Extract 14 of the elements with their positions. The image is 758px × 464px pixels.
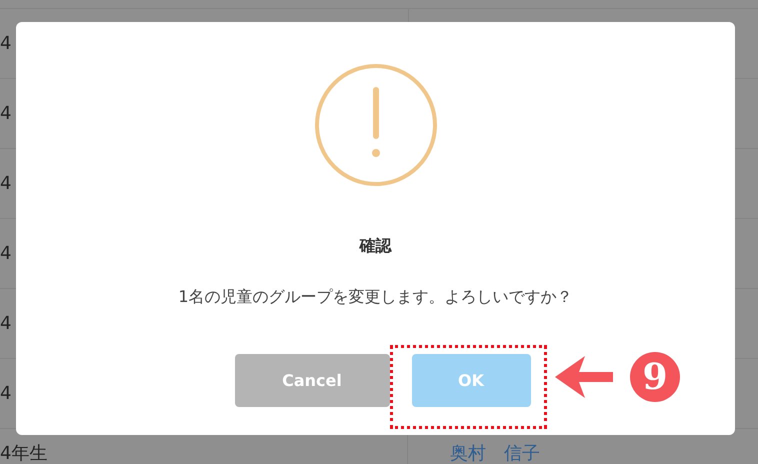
name-link[interactable]: 奥村 信子	[450, 441, 540, 464]
table-cell: 4	[0, 173, 12, 194]
table-cell: 4	[0, 103, 12, 124]
table-cell-text: 4年生	[0, 442, 48, 464]
table-cell: 4	[0, 383, 12, 404]
table-cell: 4	[0, 313, 12, 334]
dialog-title: 確認	[360, 236, 392, 257]
dialog-message: 1名の児童のグループを変更します。よろしいですか？	[178, 287, 573, 308]
ok-button[interactable]: OK	[412, 354, 530, 407]
cancel-button[interactable]: Cancel	[234, 354, 390, 407]
warning-icon	[314, 63, 438, 187]
arrow-icon	[555, 356, 613, 398]
table-cell: 4	[0, 243, 12, 264]
table-cell: 4	[0, 33, 12, 54]
